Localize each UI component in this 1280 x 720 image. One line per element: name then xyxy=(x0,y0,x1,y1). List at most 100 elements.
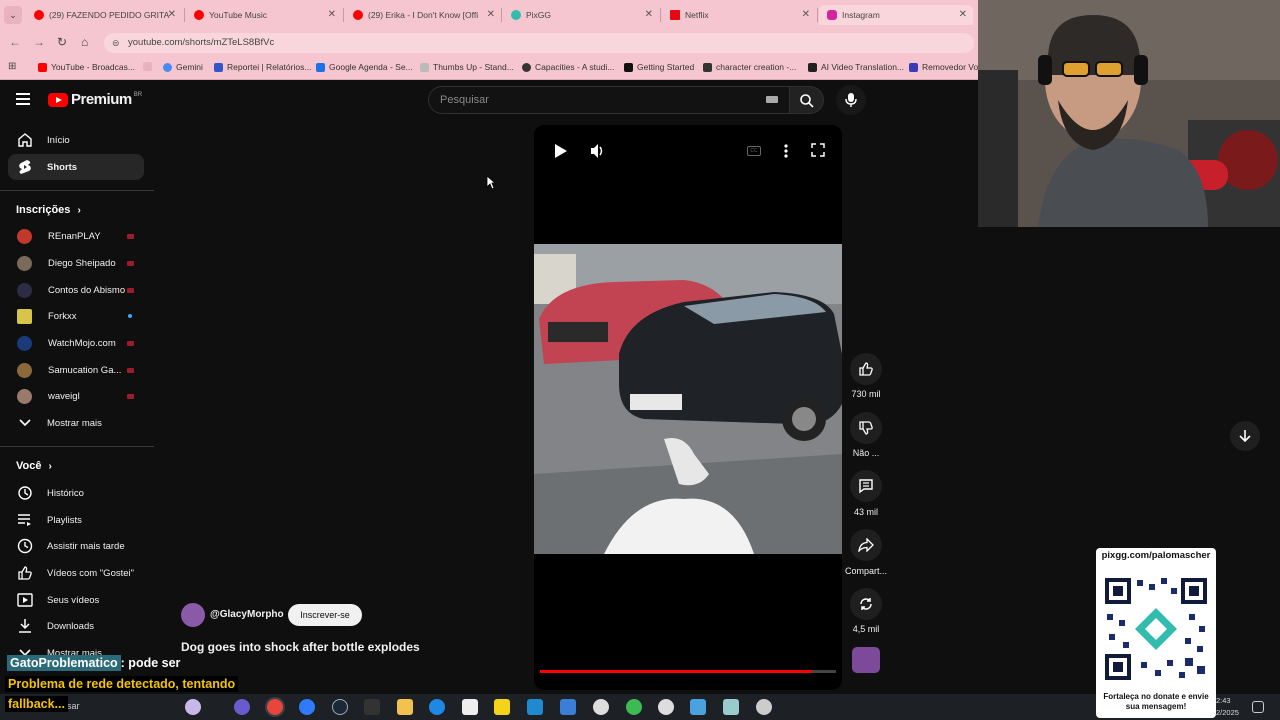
epic-games-icon[interactable] xyxy=(364,699,380,715)
app-icon[interactable] xyxy=(299,699,315,715)
steam-icon[interactable] xyxy=(332,699,348,715)
app-icon[interactable] xyxy=(560,699,576,715)
sidebar-item-channel[interactable]: REnanPLAY xyxy=(8,223,144,249)
bookmark[interactable]: Removedor Voc xyxy=(909,62,982,72)
browser-tab[interactable]: Netflix ✕ xyxy=(662,5,816,25)
chrome-icon[interactable] xyxy=(267,699,283,715)
channel-name[interactable]: @GlacyMorpho xyxy=(210,609,284,620)
captions-button[interactable]: CC xyxy=(747,146,761,156)
bookmark[interactable]: Thumbs Up - Stand... xyxy=(420,62,514,72)
arrow-down-icon xyxy=(1239,430,1251,443)
tab-list-button[interactable]: ⌄ xyxy=(4,6,22,24)
remix-button[interactable] xyxy=(850,588,882,620)
reload-icon[interactable]: ↻ xyxy=(57,35,67,49)
bookmark[interactable]: Getting Started xyxy=(624,62,694,72)
app-icon[interactable] xyxy=(690,699,706,715)
app-icon[interactable] xyxy=(756,699,772,715)
sidebar-item-channel[interactable]: Forkxx xyxy=(8,303,144,329)
you-heading[interactable]: Você › xyxy=(16,460,52,472)
sound-thumbnail[interactable] xyxy=(852,647,880,673)
youtube-icon xyxy=(38,62,47,72)
close-icon[interactable]: ✕ xyxy=(802,9,810,20)
sidebar-item-shorts[interactable]: Shorts xyxy=(8,154,144,180)
browser-tab[interactable]: (29) FAZENDO PEDIDO GRITA ✕ xyxy=(26,5,182,25)
app-icon[interactable] xyxy=(658,699,674,715)
address-bar[interactable]: ⊜ youtube.com/shorts/mZTeLS8BfVc xyxy=(104,33,974,53)
browser-tab[interactable]: PixGG ✕ xyxy=(503,5,659,25)
sidebar-item-channel[interactable]: Contos do Abismo xyxy=(8,277,144,303)
comments-button[interactable] xyxy=(850,470,882,502)
browser-tab[interactable]: Instagram ✕ xyxy=(819,5,973,25)
channel-name: REnanPLAY xyxy=(48,230,101,242)
subscribe-button[interactable]: Inscrever-se xyxy=(288,604,362,626)
more-options-button[interactable] xyxy=(783,143,789,164)
search-button[interactable] xyxy=(790,86,824,114)
youtube-header: Premium BR Pesquisar xyxy=(0,80,978,122)
app-icon[interactable] xyxy=(494,699,510,715)
sidebar-item-watch-later[interactable]: Assistir mais tarde xyxy=(8,533,144,559)
apps-grid-icon[interactable]: ⊞ xyxy=(8,61,16,72)
capcut-icon[interactable] xyxy=(462,699,478,715)
bookmark[interactable]: Reportei | Relatórios... xyxy=(214,62,311,72)
sidebar-item-channel[interactable]: WatchMojo.com xyxy=(8,330,144,356)
forward-icon[interactable]: → xyxy=(33,35,45,49)
sidebar-item-channel[interactable]: Diego Sheipado xyxy=(8,250,144,276)
sidebar-item-show-more[interactable]: Mostrar mais xyxy=(8,410,144,436)
app-icon[interactable] xyxy=(723,699,739,715)
share-button[interactable] xyxy=(850,529,882,561)
sidebar-item-channel[interactable]: waveigl xyxy=(8,383,144,409)
obs-icon[interactable] xyxy=(593,699,609,715)
dislike-button[interactable] xyxy=(850,412,882,444)
subscriptions-heading[interactable]: Inscrições › xyxy=(16,204,81,216)
app-icon[interactable] xyxy=(234,699,250,715)
bookmark[interactable]: Gemini xyxy=(163,62,203,72)
progress-bar[interactable] xyxy=(540,670,836,673)
youtube-icon xyxy=(353,10,363,20)
browser-tab[interactable]: (29) Erika - I Don't Know [Offi ✕ xyxy=(345,5,501,25)
sidebar-item-channel[interactable]: Samucation Ga... xyxy=(8,357,144,383)
close-icon[interactable]: ✕ xyxy=(328,9,336,20)
notification-icon[interactable] xyxy=(1252,701,1264,713)
fullscreen-button[interactable] xyxy=(811,143,825,162)
home-icon[interactable]: ⌂ xyxy=(81,35,88,49)
close-icon[interactable]: ✕ xyxy=(487,9,495,20)
shorts-player[interactable]: CC xyxy=(534,125,842,690)
vscode-icon[interactable] xyxy=(527,699,543,715)
widget-icon[interactable] xyxy=(185,699,201,715)
folder-icon[interactable] xyxy=(397,699,413,715)
bookmark[interactable]: YouTube - Broadcas... xyxy=(38,62,135,72)
close-icon[interactable]: ✕ xyxy=(168,9,176,20)
sidebar-item-label: Playlists xyxy=(47,514,82,526)
channel-avatar[interactable] xyxy=(181,603,205,627)
menu-icon[interactable] xyxy=(16,93,30,105)
avatar xyxy=(17,228,32,244)
app-icon[interactable] xyxy=(429,699,445,715)
sidebar-item-liked-videos[interactable]: Vídeos com "Gostei" xyxy=(8,560,144,586)
bookmark[interactable] xyxy=(143,62,156,71)
close-icon[interactable]: ✕ xyxy=(959,9,967,20)
sidebar-item-history[interactable]: Histórico xyxy=(8,480,144,506)
close-icon[interactable]: ✕ xyxy=(645,9,653,20)
sidebar-item-your-videos[interactable]: Seus vídeos xyxy=(8,587,144,613)
sidebar-item-home[interactable]: Início xyxy=(8,127,144,153)
bookmark[interactable]: character creation -... xyxy=(703,62,796,72)
video-title[interactable]: Dog goes into shock after bottle explode… xyxy=(181,640,420,654)
youtube-logo[interactable]: Premium BR xyxy=(48,91,142,108)
bookmark[interactable]: Capacities - A studi... xyxy=(522,62,614,72)
like-button[interactable] xyxy=(850,353,882,385)
chrome-icon[interactable] xyxy=(626,699,642,715)
bookmark[interactable]: AI Video Translation... xyxy=(808,62,904,72)
back-icon[interactable]: ← xyxy=(9,35,21,49)
browser-tab[interactable]: YouTube Music ✕ xyxy=(186,5,342,25)
volume-button[interactable] xyxy=(589,143,605,164)
search-input[interactable]: Pesquisar xyxy=(428,86,790,114)
bookmark[interactable]: Google Agenda - Se... xyxy=(316,62,413,72)
next-short-button[interactable] xyxy=(1230,421,1260,451)
keyboard-icon[interactable] xyxy=(766,96,778,103)
voice-search-button[interactable] xyxy=(836,85,866,115)
site-info-icon[interactable]: ⊜ xyxy=(112,33,120,53)
video-frame[interactable] xyxy=(534,244,842,554)
sidebar-item-downloads[interactable]: Downloads xyxy=(8,613,144,639)
play-button[interactable] xyxy=(554,143,568,164)
sidebar-item-playlists[interactable]: Playlists xyxy=(8,507,144,533)
